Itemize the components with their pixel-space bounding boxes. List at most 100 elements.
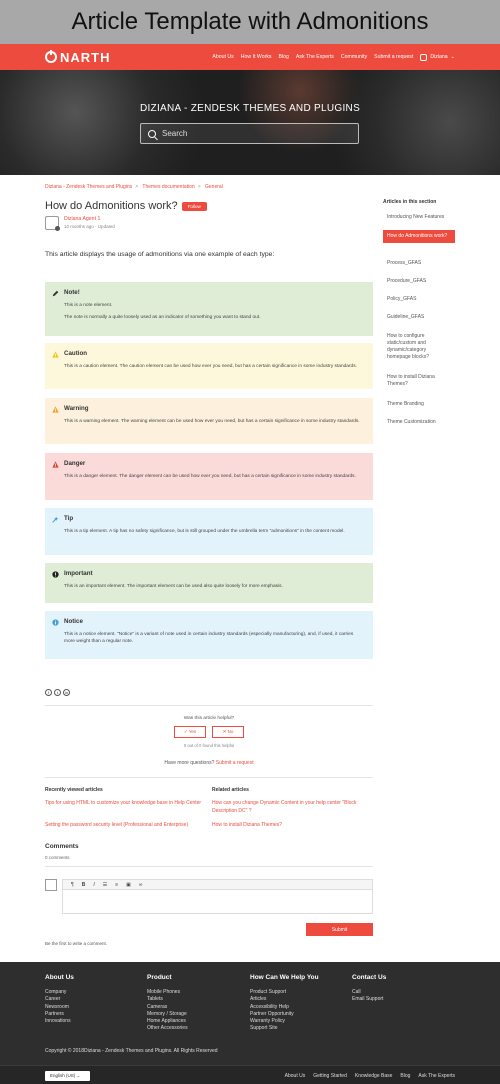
footer-link[interactable]: Company xyxy=(45,989,74,996)
paragraph-icon[interactable]: ¶ xyxy=(71,882,74,888)
footer-bottom-bar: English (US) ⌄ About Us Getting Started … xyxy=(0,1065,500,1084)
footer-link[interactable]: Career xyxy=(45,996,74,1003)
footer-link[interactable]: Product Support xyxy=(250,989,319,996)
top-navbar: NARTH About Us How It Works Blog Ask The… xyxy=(0,44,500,70)
image-icon[interactable]: ▣ xyxy=(126,882,131,888)
linkedin-icon[interactable]: in xyxy=(63,689,70,696)
footer-link[interactable]: Blog xyxy=(400,1073,410,1079)
divider xyxy=(45,777,373,778)
footer: About Us Company Career Newsroom Partner… xyxy=(0,962,500,1084)
recent-article-link[interactable]: Tips for using HTML to customize your kn… xyxy=(45,800,205,808)
footer-link[interactable]: Call xyxy=(352,989,386,996)
sidebar-article[interactable]: Theme Customization xyxy=(383,419,455,426)
admonition-title: Important xyxy=(64,570,93,577)
sidebar-article[interactable]: Process_GFAS xyxy=(383,260,455,267)
footer-link[interactable]: Ask The Experts xyxy=(418,1073,455,1079)
main-nav: About Us How It Works Blog Ask The Exper… xyxy=(212,53,455,61)
breadcrumb-home[interactable]: Diziana - Zendesk Themes and Plugins xyxy=(45,184,132,190)
recent-article-link[interactable]: Setting the password security level (Pro… xyxy=(45,822,205,830)
bullet-list-icon[interactable]: ☰ xyxy=(103,882,107,888)
sidebar-article[interactable]: How to configure static/custom and dynam… xyxy=(383,333,455,361)
sidebar-article[interactable]: Introducing New Features xyxy=(383,214,455,221)
comments-heading: Comments xyxy=(45,843,79,850)
footer-link[interactable]: About Us xyxy=(285,1073,306,1079)
logo[interactable]: NARTH xyxy=(45,50,111,65)
footer-link[interactable]: Other Accessories xyxy=(147,1025,188,1032)
admonition-title: Notice xyxy=(64,618,83,625)
divider xyxy=(45,705,373,706)
warning-icon xyxy=(52,406,59,413)
footer-link[interactable]: Partner Opportunity xyxy=(250,1011,319,1018)
italic-icon[interactable]: I xyxy=(93,882,94,888)
admonition-text: The note is normally a quite loosely use… xyxy=(64,315,261,321)
submit-request-link[interactable]: Submit a request xyxy=(216,760,254,766)
footer-link[interactable]: Partners xyxy=(45,1011,74,1018)
twitter-icon[interactable]: t xyxy=(54,689,61,696)
nav-ask-experts[interactable]: Ask The Experts xyxy=(296,54,334,61)
related-article-link[interactable]: How can you change Dynamic Content in yo… xyxy=(212,800,372,815)
admonition-text: This is a notice element. "Notice" is a … xyxy=(64,632,354,645)
article-header: How do Admonitions work? Follow xyxy=(45,200,207,212)
footer-link[interactable]: Support Site xyxy=(250,1025,319,1032)
footer-link[interactable]: Warranty Policy xyxy=(250,1018,319,1025)
language-select[interactable]: English (US) ⌄ xyxy=(45,1071,90,1081)
admonition-title: Caution xyxy=(64,350,88,357)
recently-viewed-heading: Recently viewed articles xyxy=(45,787,103,793)
sidebar-article[interactable]: How to install Diziana Themes? xyxy=(383,374,455,388)
admonition-text: This is an important element. The import… xyxy=(64,584,283,589)
vote-no-button[interactable]: ✕ No xyxy=(212,726,244,738)
admonition-danger: Danger This is a danger element. The dan… xyxy=(45,453,373,500)
sidebar-article-active[interactable]: How do Admonitions work? xyxy=(383,230,455,243)
footer-link[interactable]: Knowledge Base xyxy=(355,1073,393,1079)
nav-community[interactable]: Community xyxy=(341,54,367,61)
sidebar-article[interactable]: Guideline_GFAS xyxy=(383,314,455,321)
footer-link[interactable]: Mobile Phones xyxy=(147,989,188,996)
footer-heading: Contact Us xyxy=(352,974,387,981)
sidebar-heading: Articles in this section xyxy=(383,199,437,205)
admonition-important: Important This is an important element. … xyxy=(45,563,373,603)
follow-button[interactable]: Follow xyxy=(181,201,207,211)
admonition-title: Tip xyxy=(64,515,74,522)
author-name[interactable]: Diziana Agent 1 xyxy=(64,216,115,222)
more-questions-text: Have more questions? xyxy=(164,760,215,766)
language-value: English (US) xyxy=(50,1073,76,1078)
footer-link[interactable]: Innovations xyxy=(45,1018,74,1025)
caution-icon xyxy=(52,351,59,358)
link-icon[interactable]: ∞ xyxy=(139,882,143,888)
submit-comment-button[interactable]: Submit xyxy=(306,923,373,936)
nav-how-it-works[interactable]: How It Works xyxy=(241,54,272,61)
footer-link[interactable]: Home Appliances xyxy=(147,1018,188,1025)
footer-link[interactable]: Email Support xyxy=(352,996,386,1003)
numbered-list-icon[interactable]: ≡ xyxy=(115,882,118,888)
breadcrumb-sep: > xyxy=(197,184,201,190)
comment-editor[interactable]: ¶ B I ☰ ≡ ▣ ∞ xyxy=(62,879,373,914)
search-input[interactable]: Search xyxy=(140,123,359,144)
admonition-text: This is a warning element. The warning e… xyxy=(64,419,360,424)
sidebar-article[interactable]: Procedure_GFAS xyxy=(383,278,455,285)
sidebar-article[interactable]: Theme Branding xyxy=(383,401,455,408)
footer-link[interactable]: Cameras xyxy=(147,1004,188,1011)
pencil-icon xyxy=(52,290,59,297)
nav-blog[interactable]: Blog xyxy=(279,54,289,61)
footer-link[interactable]: Memory / Storage xyxy=(147,1011,188,1018)
logo-text: NARTH xyxy=(60,49,111,65)
footer-link[interactable]: Tablets xyxy=(147,996,188,1003)
breadcrumb-section[interactable]: General xyxy=(205,184,223,190)
sidebar-article[interactable]: Policy_GFAS xyxy=(383,296,455,303)
nav-about-us[interactable]: About Us xyxy=(212,54,233,61)
breadcrumb-category[interactable]: Themes documentation xyxy=(142,184,194,190)
footer-link[interactable]: Accessibility Help xyxy=(250,1004,319,1011)
footer-link[interactable]: Getting Started xyxy=(313,1073,347,1079)
bold-icon[interactable]: B xyxy=(82,882,86,888)
user-menu[interactable]: Diziana ⌄ xyxy=(420,53,455,61)
vote-yes-button[interactable]: ✓ Yes xyxy=(174,726,206,738)
breadcrumb: Diziana - Zendesk Themes and Plugins > Th… xyxy=(45,184,226,190)
divider xyxy=(45,866,373,867)
facebook-icon[interactable]: f xyxy=(45,689,52,696)
related-article-link[interactable]: How to install Diziana Themes? xyxy=(212,822,372,830)
first-comment-prompt: Be the first to write a comment. xyxy=(45,941,108,946)
vote-count: 0 out of 0 found this helpful xyxy=(183,743,235,748)
nav-submit-request[interactable]: Submit a request xyxy=(374,54,413,61)
footer-link[interactable]: Articles xyxy=(250,996,319,1003)
footer-link[interactable]: Newsroom xyxy=(45,1004,74,1011)
